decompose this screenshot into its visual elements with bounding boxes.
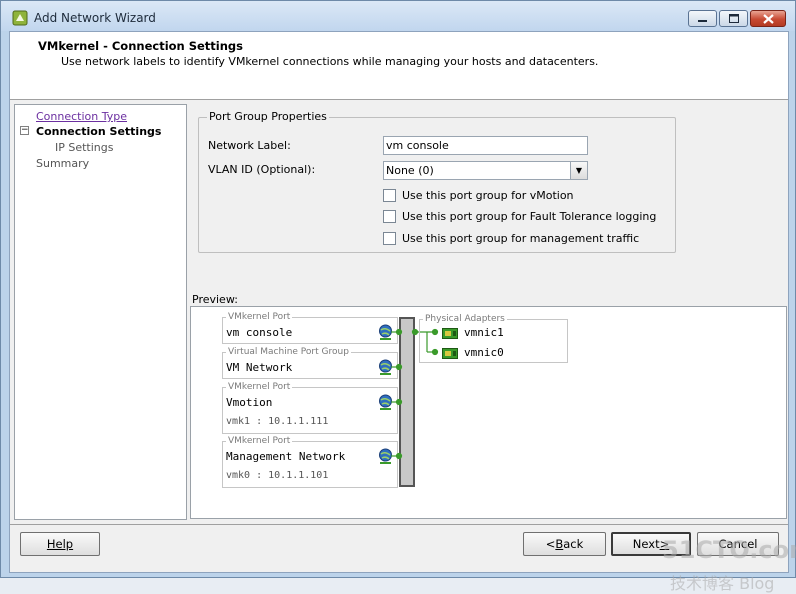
window-title: Add Network Wizard (34, 11, 156, 25)
close-button[interactable] (750, 10, 786, 27)
nic-label: vmnic0 (464, 346, 504, 359)
physical-adapters-group: Physical Adapters vmnic1 vmnic0 (419, 314, 568, 363)
dropdown-arrow-icon[interactable]: ▼ (570, 162, 587, 179)
nic-card-icon (442, 328, 458, 339)
nic-label: vmnic1 (464, 326, 504, 339)
network-label-label: Network Label: (208, 139, 291, 152)
back-accesskey: B (555, 537, 564, 551)
nav-step-connection-settings: Connection Settings (36, 125, 162, 138)
vlan-id-select[interactable]: None (0) ▼ (383, 161, 588, 180)
fault-tolerance-checkbox-label[interactable]: Use this port group for Fault Tolerance … (402, 210, 656, 223)
back-button[interactable]: < Back (523, 532, 606, 556)
port-group-ip: vmk1 : 10.1.1.111 (226, 416, 329, 427)
nic-card-icon (442, 348, 458, 359)
port-group-type: VMkernel Port (226, 382, 293, 392)
next-prefix: Next (632, 537, 660, 551)
next-accesskey: > (659, 537, 670, 551)
maximize-button[interactable] (719, 10, 748, 27)
page-title: VMkernel - Connection Settings (38, 39, 244, 53)
vmotion-checkbox[interactable] (383, 189, 396, 202)
port-group-type: VMkernel Port (226, 312, 293, 322)
app-icon (12, 10, 28, 26)
wizard-client: VMkernel - Connection Settings Use netwo… (9, 31, 796, 593)
management-traffic-checkbox-label[interactable]: Use this port group for management traff… (402, 232, 639, 245)
port-group-name: VM Network (226, 361, 293, 374)
port-group-name: Vmotion (226, 396, 273, 409)
vlan-id-label: VLAN ID (Optional): (208, 163, 316, 176)
vlan-id-value: None (0) (386, 164, 434, 177)
physical-adapters-title: Physical Adapters (423, 314, 507, 324)
port-group-type: Virtual Machine Port Group (226, 347, 351, 357)
wizard-header: VMkernel - Connection Settings Use netwo… (10, 32, 788, 100)
management-traffic-checkbox[interactable] (383, 232, 396, 245)
help-button[interactable]: Help (20, 532, 100, 556)
vmotion-checkbox-label[interactable]: Use this port group for vMotion (402, 189, 574, 202)
port-group-name: Management Network (226, 450, 346, 463)
help-button-label: Help (46, 537, 74, 551)
watermark-sub: 技术博客 Blog (670, 574, 775, 593)
port-group-management-network: VMkernel Port Management Network vmk0 : … (222, 436, 398, 488)
port-group-vm-network: Virtual Machine Port Group VM Network (222, 347, 398, 379)
fault-tolerance-checkbox[interactable] (383, 210, 396, 223)
network-preview: VMkernel Port vm console Virtual Machine… (190, 306, 787, 519)
footer-divider (10, 524, 788, 525)
port-group-vmotion: VMkernel Port Vmotion vmk1 : 10.1.1.111 (222, 382, 398, 434)
nav-step-connection-type[interactable]: Connection Type (36, 110, 127, 123)
nav-step-ip-settings: IP Settings (55, 141, 114, 154)
back-prefix: < (545, 537, 556, 551)
title-bar[interactable]: Add Network Wizard (1, 1, 795, 31)
back-rest: ack (563, 537, 584, 551)
group-title: Port Group Properties (207, 110, 329, 123)
wizard-steps-nav: Connection Type − Connection Settings IP… (14, 104, 187, 520)
collapse-toggle-icon[interactable]: − (20, 126, 29, 135)
next-button[interactable]: Next > (611, 532, 691, 556)
maximize-icon (728, 14, 739, 23)
port-group-properties-group: Port Group Properties Network Label: VLA… (198, 110, 676, 253)
nav-step-summary: Summary (36, 157, 90, 170)
port-group-type: VMkernel Port (226, 436, 293, 446)
network-label-input[interactable] (383, 136, 588, 155)
port-group-ip: vmk0 : 10.1.1.101 (226, 470, 329, 481)
main-panel: Port Group Properties Network Label: VLA… (190, 104, 788, 520)
minimize-button[interactable] (688, 10, 717, 27)
preview-label: Preview: (192, 293, 238, 306)
cancel-button-label: Cancel (718, 537, 758, 551)
close-icon (762, 13, 774, 24)
cancel-button[interactable]: Cancel (697, 532, 779, 556)
port-group-name: vm console (226, 326, 293, 339)
minimize-icon (698, 20, 707, 22)
wizard-window: Add Network Wizard VMkernel - Connection… (0, 0, 796, 593)
port-group-vm-console: VMkernel Port vm console (222, 312, 398, 344)
page-subtitle: Use network labels to identify VMkernel … (61, 55, 599, 68)
